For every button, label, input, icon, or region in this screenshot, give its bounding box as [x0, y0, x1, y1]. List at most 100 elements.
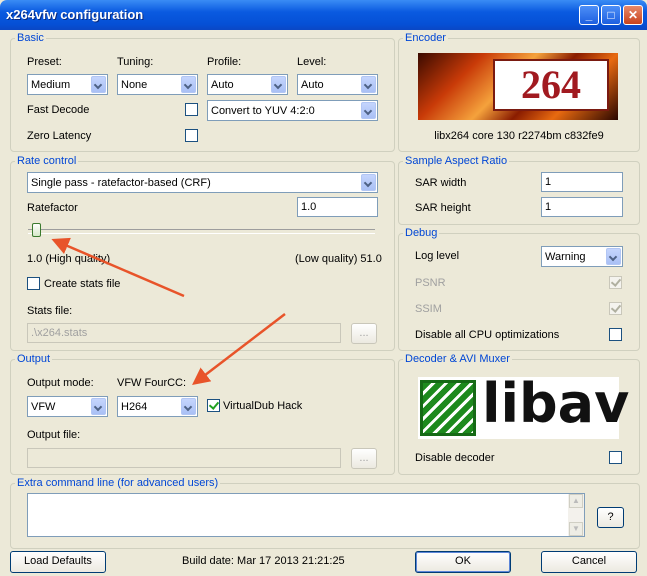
basic-group-label: Basic [15, 32, 46, 45]
fourcc-value: H264 [121, 401, 148, 413]
chevron-down-icon[interactable] [271, 76, 286, 93]
checkmark-icon [208, 399, 220, 410]
sar-width-label: SAR width [415, 177, 467, 189]
sar-height-value: 1 [545, 201, 552, 213]
build-date: Build date: Mar 17 2013 21:21:25 [182, 555, 345, 567]
ssim-checkbox[interactable] [609, 302, 622, 315]
title-bar[interactable]: x264vfw configuration _ □ ✕ [0, 0, 647, 30]
output-group: Output Output mode: VFW FourCC: VFW H264… [10, 353, 395, 475]
sar-height-label: SAR height [415, 202, 471, 214]
dialog-body: Basic Preset: Tuning: Profile: Level: Me… [3, 30, 644, 573]
encoder-group-label: Encoder [403, 32, 448, 45]
sar-width-input[interactable]: 1 [541, 172, 623, 192]
tuning-label: Tuning: [117, 56, 154, 68]
scroll-up-icon[interactable]: ▲ [569, 494, 583, 508]
checkmark-icon [610, 302, 622, 313]
chevron-down-icon[interactable] [91, 76, 106, 93]
minimize-button[interactable]: _ [579, 5, 599, 25]
profile-label: Profile: [207, 56, 242, 68]
chevron-down-icon[interactable] [181, 76, 196, 93]
output-file-label: Output file: [27, 429, 81, 441]
rate-control-mode-select[interactable]: Single pass - ratefactor-based (CRF) [27, 172, 378, 193]
tuning-select[interactable]: None [117, 74, 198, 95]
zero-latency-checkbox[interactable] [185, 129, 198, 142]
libav-logo: libav [418, 373, 629, 439]
chevron-down-icon[interactable] [606, 248, 621, 265]
scroll-down-icon[interactable]: ▼ [569, 522, 583, 536]
chevron-down-icon[interactable] [361, 76, 376, 93]
basic-group: Basic Preset: Tuning: Profile: Level: Me… [10, 32, 395, 152]
log-level-select[interactable]: Warning [541, 246, 623, 267]
encoder-group: Encoder 264 libx264 core 130 r2274bm c83… [398, 32, 640, 152]
log-level-label: Log level [415, 250, 460, 262]
libav-mark-icon [420, 380, 476, 436]
ratefactor-label: Ratefactor [27, 202, 78, 214]
output-browse-button[interactable]: ... [351, 448, 377, 469]
stats-file-input[interactable]: .\x264.stats [27, 323, 341, 343]
decoder-group-label: Decoder & AVI Muxer [403, 353, 512, 366]
zero-latency-label: Zero Latency [27, 130, 92, 142]
extra-cmd-input[interactable]: ▲ ▼ [27, 493, 585, 537]
window-title: x264vfw configuration [6, 7, 144, 22]
maximize-button[interactable]: □ [601, 5, 621, 25]
disable-decoder-label: Disable decoder [415, 452, 495, 464]
fast-decode-label: Fast Decode [27, 104, 90, 116]
ok-button[interactable]: OK [415, 551, 511, 573]
debug-group: Debug Log level Warning PSNR SSIM Disabl… [398, 227, 640, 351]
level-select[interactable]: Auto [297, 74, 378, 95]
level-label: Level: [297, 56, 327, 68]
stats-browse-button[interactable]: ... [351, 323, 377, 344]
ratefactor-value: 1.0 [301, 201, 317, 213]
chevron-down-icon[interactable] [91, 398, 106, 415]
output-mode-select[interactable]: VFW [27, 396, 108, 417]
log-level-value: Warning [545, 251, 586, 263]
chevron-down-icon[interactable] [361, 102, 376, 119]
ratefactor-slider-track[interactable] [28, 229, 375, 234]
disable-cpu-checkbox[interactable] [609, 328, 622, 341]
rate-control-mode-value: Single pass - ratefactor-based (CRF) [31, 177, 211, 189]
output-mode-label: Output mode: [27, 377, 94, 389]
ratefactor-input[interactable]: 1.0 [297, 197, 378, 217]
fourcc-label: VFW FourCC: [117, 377, 187, 389]
rate-control-group: Rate control Single pass - ratefactor-ba… [10, 155, 395, 351]
sar-width-value: 1 [545, 176, 552, 188]
stats-file-value: .\x264.stats [31, 327, 88, 339]
libav-logo-text: libav [482, 372, 630, 435]
vdub-hack-checkbox[interactable] [207, 399, 220, 412]
preset-select[interactable]: Medium [27, 74, 108, 95]
chevron-down-icon[interactable] [181, 398, 196, 415]
vdub-hack-label: VirtualDub Hack [223, 400, 303, 412]
sar-group-label: Sample Aspect Ratio [403, 155, 510, 168]
sar-group: Sample Aspect Ratio SAR width 1 SAR heig… [398, 155, 640, 225]
close-button[interactable]: ✕ [623, 5, 643, 25]
colorspace-select[interactable]: Convert to YUV 4:2:0 [207, 100, 378, 121]
extra-cmd-scrollbar[interactable]: ▲ ▼ [568, 494, 584, 536]
output-group-label: Output [15, 353, 53, 366]
profile-select[interactable]: Auto [207, 74, 288, 95]
x264-logo-text: 264 [493, 59, 609, 111]
psnr-checkbox[interactable] [609, 276, 622, 289]
level-value: Auto [301, 79, 324, 91]
create-stats-checkbox[interactable] [27, 277, 40, 290]
rate-control-group-label: Rate control [15, 155, 79, 168]
decoder-group: Decoder & AVI Muxer libav Disable decode… [398, 353, 640, 475]
x264-logo: 264 [418, 53, 618, 120]
help-button[interactable]: ? [597, 507, 624, 528]
output-file-input[interactable] [27, 448, 341, 468]
psnr-label: PSNR [415, 277, 446, 289]
create-stats-label: Create stats file [44, 278, 121, 290]
fourcc-select[interactable]: H264 [117, 396, 198, 417]
profile-value: Auto [211, 79, 234, 91]
disable-decoder-checkbox[interactable] [609, 451, 622, 464]
preset-label: Preset: [27, 56, 62, 68]
debug-group-label: Debug [403, 227, 440, 240]
encoder-version: libx264 core 130 r2274bm c832fe9 [434, 130, 604, 142]
load-defaults-button[interactable]: Load Defaults [10, 551, 106, 573]
sar-height-input[interactable]: 1 [541, 197, 623, 217]
chevron-down-icon[interactable] [361, 174, 376, 191]
colorspace-value: Convert to YUV 4:2:0 [211, 105, 315, 117]
ratefactor-slider-thumb[interactable] [32, 223, 41, 237]
tuning-value: None [121, 79, 148, 91]
fast-decode-checkbox[interactable] [185, 103, 198, 116]
cancel-button[interactable]: Cancel [541, 551, 637, 573]
